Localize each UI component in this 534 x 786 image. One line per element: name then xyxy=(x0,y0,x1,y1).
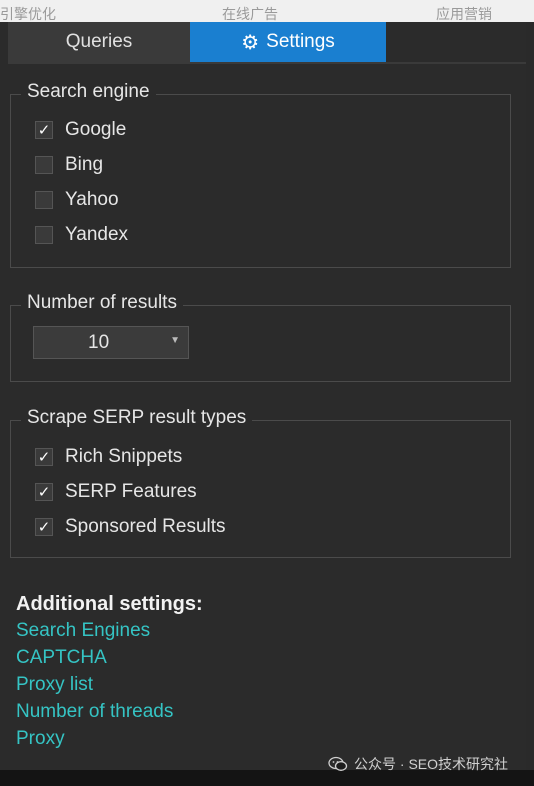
tab-bar: Queries ⚙ Settings xyxy=(8,22,526,64)
watermark: 公众号 · SEO技术研究社 xyxy=(328,754,508,774)
tab-label: Settings xyxy=(266,31,335,52)
checkbox-label: Sponsored Results xyxy=(65,516,226,537)
tab-settings[interactable]: ⚙ Settings xyxy=(190,22,386,62)
checkbox-box[interactable]: ✓ xyxy=(35,518,53,536)
link-number-of-threads[interactable]: Number of threads xyxy=(16,701,173,723)
dropdown-arrow-icon: ▼ xyxy=(170,335,180,346)
tab-label: Queries xyxy=(65,31,133,52)
number-of-results-group: Number of results 10 ▼ xyxy=(10,292,511,382)
tab-queries[interactable]: Queries xyxy=(8,22,191,62)
group-title: Search engine xyxy=(21,81,156,103)
select-value: 10 xyxy=(88,332,110,353)
results-count-select[interactable]: 10 ▼ xyxy=(33,326,189,359)
checkbox-box[interactable]: ✓ xyxy=(35,448,53,466)
checkbox-label: Yandex xyxy=(65,224,129,245)
checkbox-yandex[interactable]: Yandex xyxy=(35,224,128,246)
additional-settings-title: Additional settings: xyxy=(16,593,203,615)
checkbox-label: Google xyxy=(65,119,127,140)
background-menu-item: 应用营销 xyxy=(436,6,492,22)
group-title: Number of results xyxy=(21,292,183,314)
background-menu-item: 引擎优化 xyxy=(0,6,56,22)
checkbox-label: Rich Snippets xyxy=(65,446,183,467)
checkbox-serp-features[interactable]: ✓ SERP Features xyxy=(35,481,197,503)
checkbox-label: Yahoo xyxy=(65,189,119,210)
checkbox-box[interactable]: ✓ xyxy=(35,121,53,139)
background-menu-item: 在线广告 xyxy=(222,6,278,22)
checkbox-box[interactable] xyxy=(35,191,53,209)
watermark-text: 公众号 · SEO技术研究社 xyxy=(354,756,509,772)
checkbox-yahoo[interactable]: Yahoo xyxy=(35,189,119,211)
checkbox-bing[interactable]: Bing xyxy=(35,154,103,176)
link-proxy[interactable]: Proxy xyxy=(16,728,65,750)
settings-panel: Queries ⚙ Settings Search engine ✓ Googl… xyxy=(0,22,526,770)
link-proxy-list[interactable]: Proxy list xyxy=(16,674,93,696)
checkbox-label: SERP Features xyxy=(65,481,197,502)
background-menu-strip: 引擎优化 在线广告 应用营销 xyxy=(0,0,534,22)
link-search-engines[interactable]: Search Engines xyxy=(16,620,150,642)
checkbox-box[interactable] xyxy=(35,226,53,244)
search-engine-group: Search engine ✓ Google Bing Yahoo Yandex xyxy=(10,81,511,268)
checkbox-rich-snippets[interactable]: ✓ Rich Snippets xyxy=(35,446,182,468)
background-edge xyxy=(526,22,534,786)
serp-types-group: Scrape SERP result types ✓ Rich Snippets… xyxy=(10,407,511,558)
link-captcha[interactable]: CAPTCHA xyxy=(16,647,107,669)
gear-icon: ⚙ xyxy=(241,31,260,54)
checkbox-box[interactable]: ✓ xyxy=(35,483,53,501)
wechat-icon xyxy=(328,756,348,771)
checkbox-google[interactable]: ✓ Google xyxy=(35,119,126,141)
checkbox-sponsored-results[interactable]: ✓ Sponsored Results xyxy=(35,516,226,538)
checkbox-box[interactable] xyxy=(35,156,53,174)
group-title: Scrape SERP result types xyxy=(21,407,253,429)
checkbox-label: Bing xyxy=(65,154,104,175)
